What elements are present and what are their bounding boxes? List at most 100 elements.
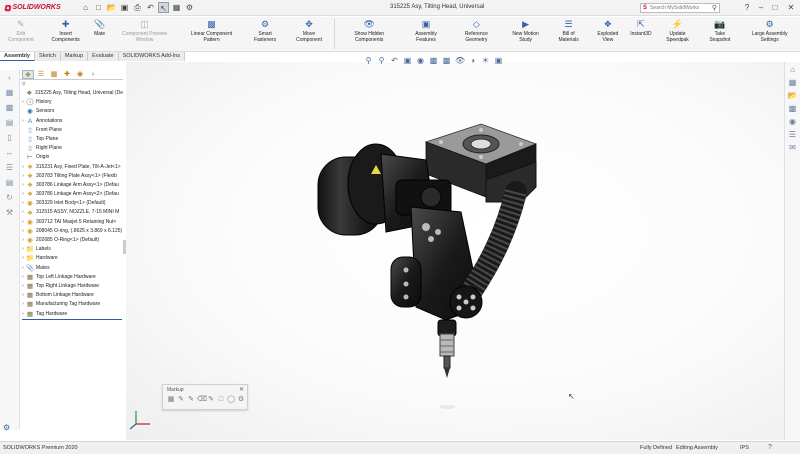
tree-item[interactable]: › ▦ Tag Hardware [20,310,123,319]
tree-item[interactable]: › 📁 Hardware [20,254,123,263]
tree-item[interactable]: › 📁 Labels [20,245,123,254]
grid-icon[interactable]: ▤ [3,118,17,130]
component-preview-button[interactable]: ◫ Component Preview Window [110,19,180,43]
units-selector[interactable]: IPS [740,442,749,454]
collapse-icon[interactable]: ‹ [3,73,17,85]
close-icon[interactable]: ✕ [782,0,800,16]
print-icon[interactable]: ⎙ [132,2,143,13]
show-hidden-button[interactable]: 👁 Show Hidden Components [337,19,402,43]
markup-select-icon[interactable]: ▦ [167,395,175,404]
exploded-view-button[interactable]: ❖ Exploded View [588,19,627,43]
search-icon[interactable]: ⚲ [712,4,717,12]
tree-item[interactable]: ▯ Front Plane [20,126,123,135]
tree-item[interactable]: › ◉ 208045 O-ring, (.8625 x 3.869 x 6.125) [20,227,123,236]
configuration-tab-icon[interactable]: ▩ [48,70,60,79]
more-tabs-icon[interactable]: › [87,70,99,79]
wireframe-icon[interactable]: ▦ [3,88,17,100]
tools-icon[interactable]: ⚒ [3,208,17,220]
linear-pattern-button[interactable]: ▩ Linear Component Pattern [179,19,243,43]
tree-item[interactable]: › ▦ Bottom Linkage Hardware [20,291,123,300]
snapshot-button[interactable]: 📷 Take Snapshot [700,19,739,43]
reference-geometry-button[interactable]: ◇ Reference Geometry [450,19,502,43]
file-explorer-icon[interactable]: 📂 [787,90,798,101]
search-box[interactable]: S Search MySolidWorks ⚲ [640,3,720,13]
tree-item[interactable]: › ▦ Manufacturing Tag Hardware [20,300,123,309]
tree-item[interactable]: ◉ Sensors [20,107,123,116]
bom-button[interactable]: ☰ Bill of Materials [549,19,589,43]
tree-item[interactable]: › ▦ Top Left Linkage Hardware [20,273,123,282]
bottom-left-icon[interactable]: ⚙ [3,423,10,432]
tree-root[interactable]: ❖ 315225 Asy, Tilting Head, Universal (De [20,89,123,98]
display-tab-icon[interactable]: ◉ [74,70,86,79]
tree-item[interactable]: › ❖ 303786 Linkage Arm Assy<1> (Defau [20,181,123,190]
tab-markup[interactable]: Markup [60,52,89,61]
forum-icon[interactable]: ✉ [787,142,798,153]
edit-component-button[interactable]: ✎ Edit Component [0,19,42,43]
feature-tree-tab-icon[interactable]: ❖ [22,70,34,79]
markup-text-icon[interactable]: ✎ [207,395,215,404]
refresh-icon[interactable]: ↻ [3,193,17,205]
large-assembly-button[interactable]: ⚙ Large Assembly Settings [739,19,800,43]
tree-item[interactable]: ▯ Top Plane [20,135,123,144]
tree-item[interactable]: ▯ Right Plane [20,144,123,153]
custom-properties-icon[interactable]: ☰ [787,129,798,140]
tree-item[interactable]: › A Annotations [20,117,123,126]
layers-icon[interactable]: ▤ [3,178,17,190]
tree-item[interactable]: › ❖ 303786 Linkage Arm Assy<2> (Defau [20,190,123,199]
tab-evaluate[interactable]: Evaluate [88,52,119,61]
markup-pen-icon[interactable]: ✎ [177,395,185,404]
tree-item[interactable]: › ❖ 312515 ASSY, NOZZLE, 7-15 MINI M [20,208,123,217]
appearances-icon[interactable]: ◉ [787,116,798,127]
tree-item[interactable]: › ◉ 303329 Inlet Body<1> (Default) [20,199,123,208]
design-library-icon[interactable]: ▦ [787,77,798,88]
smart-fasteners-button[interactable]: ⚙ Smart Fasteners [244,19,287,43]
new-icon[interactable]: □ [93,2,104,13]
tilting-head-model[interactable] [317,123,538,409]
help-icon[interactable]: ? [740,0,754,16]
open-icon[interactable]: 📂 [106,2,117,13]
mate-button[interactable]: 📎 Mate [90,19,110,38]
markup-settings-icon[interactable]: ⚙ [237,395,245,404]
tree-item[interactable]: ⊢ Origin [20,153,123,162]
undo-icon[interactable]: ↶ [145,2,156,13]
tree-item[interactable]: › 📎 Mates [20,264,123,273]
home-icon[interactable]: ⌂ [80,2,91,13]
section-icon[interactable]: ▯ [3,133,17,145]
assembly-features-button[interactable]: ▣ Assembly Features [402,19,451,43]
tree-item[interactable]: › ◉ 303712 TAI Masjet 5 Retaining Nut< [20,218,123,227]
property-tab-icon[interactable]: ☰ [35,70,47,79]
cube-icon[interactable]: ▩ [3,103,17,115]
tree-item[interactable]: › ❖ 303783 Tilting Plate Assy<1> (Flexib [20,172,123,181]
markup-note-icon[interactable]: □ [217,395,225,404]
solidworks-resources-icon[interactable]: ⌂ [787,64,798,75]
select-icon[interactable]: ↖ [158,2,169,13]
markup-eraser-icon[interactable]: ⌫ [197,395,207,404]
filter-icon[interactable]: ▿ [20,80,123,89]
speedpak-button[interactable]: ⚡ Update Speedpak [655,19,701,43]
tree-item[interactable]: › ▦ Top Right Linkage Hardware [20,282,123,291]
tree-item[interactable]: › ◉ 202685 O-Ring<1> (Default) [20,236,123,245]
tab-addins[interactable]: SOLIDWORKS Add-Ins [118,52,186,61]
rebuild-icon[interactable]: ▦ [171,2,182,13]
insert-components-button[interactable]: ✚ Insert Components [42,19,90,43]
move-component-button[interactable]: ✥ Move Component [286,19,331,43]
close-icon[interactable]: ✕ [239,385,244,395]
instant3d-button[interactable]: ⇱ Instant3D [627,19,654,38]
list-icon[interactable]: ☰ [3,163,17,175]
help-icon[interactable]: ? [768,442,772,454]
tree-item[interactable]: › ❖ 315231 Asy, Fixed Plate, Tilt-A-Jet<1> [20,163,123,172]
markup-color-icon[interactable]: ◯ [227,395,235,404]
options-icon[interactable]: ⚙ [184,2,195,13]
minimize-icon[interactable]: – [754,0,768,16]
markup-highlighter-icon[interactable]: ✎ [187,395,195,404]
tree-item[interactable]: › 🕔 History [20,98,123,107]
maximize-icon[interactable]: □ [768,0,782,16]
tab-sketch[interactable]: Sketch [35,52,61,61]
markup-toolbar[interactable]: Markup ✕ ▦ ✎ ✎ ⌫ ✎ □ ◯ ⚙ [162,384,248,410]
dimxpert-tab-icon[interactable]: ✚ [61,70,73,79]
tab-assembly[interactable]: Assembly [0,52,35,61]
view-palette-icon[interactable]: ▩ [787,103,798,114]
motion-study-button[interactable]: ▶ New Motion Study [502,19,548,43]
solidworks-logo[interactable]: ⧉ SOLIDWORKS [0,3,61,13]
save-icon[interactable]: ▣ [119,2,130,13]
